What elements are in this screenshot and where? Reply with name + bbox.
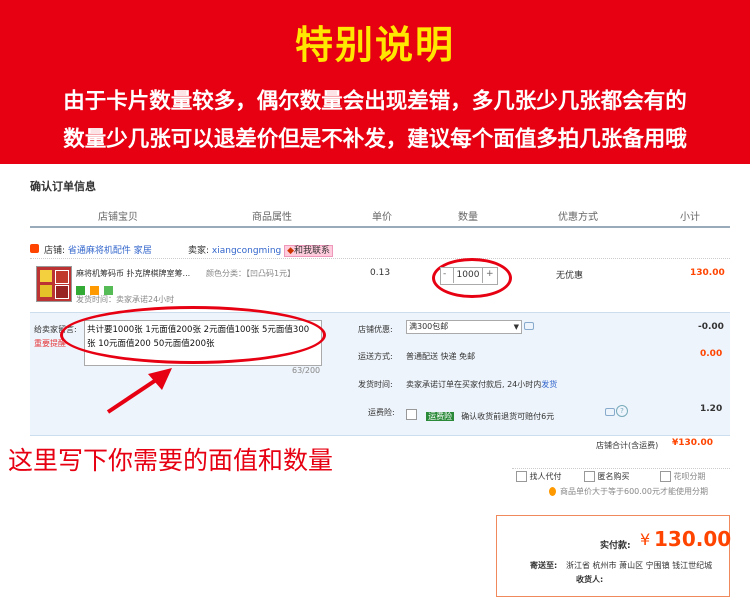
insurance-text: 确认收货前退货可赔付6元: [461, 412, 555, 421]
discount-chat-icon[interactable]: [524, 322, 534, 330]
annotation-text: 这里写下你需要的面值和数量: [8, 446, 334, 475]
header-shop-item: 店铺宝贝: [98, 212, 138, 223]
insurance-label: 运费险:: [368, 408, 395, 417]
notice-line-2: 数量少几张可以退差价但是不补发，建议每个面值多拍几张备用哦: [63, 127, 687, 152]
notice-line-1: 由于卡片数量较多，偶尔数量会出现差错，多几张少几张都会有的: [63, 89, 687, 114]
shop-discount-selected: 满300包邮: [409, 322, 449, 331]
message-highlight-oval: [60, 306, 326, 364]
anonymous-option: 匿名购买: [584, 471, 630, 482]
shop-discount-amount: -0.00: [698, 322, 724, 332]
header-subtotal: 小计: [680, 212, 700, 223]
header-discount: 优惠方式: [558, 212, 598, 223]
ship-to-address: 浙江省 杭州市 萧山区 宁围镇 钱江世纪城: [566, 561, 713, 570]
message-char-count: 63/200: [292, 366, 321, 375]
divider: [512, 468, 730, 469]
ship-time-text: 卖家承诺订单在买家付款后, 24小时内发货: [406, 380, 558, 389]
shop-total-value: ¥130.00: [672, 438, 713, 448]
insurance-badge: 运费险: [426, 412, 455, 421]
product-thumbnail[interactable]: [36, 266, 72, 302]
delivery-promise: 发货时间：卖家承诺24小时: [76, 295, 175, 304]
payment-amount: 130.00: [654, 527, 732, 551]
dropdown-arrow-icon: ▼: [513, 323, 519, 331]
ship-to-label: 寄送至:: [530, 561, 558, 570]
anonymous-checkbox[interactable]: [584, 471, 595, 482]
product-title-link[interactable]: 麻将机筹码币 扑克牌棋牌室筹...: [76, 268, 204, 279]
header-unit-price: 单价: [372, 212, 392, 223]
header-attributes: 商品属性: [252, 212, 292, 223]
shop-discount-label: 店铺优惠:: [358, 325, 393, 334]
insurance-option: 运费险 确认收货前退货可赔付6元: [406, 404, 554, 423]
payment-currency: ¥: [640, 530, 651, 549]
quantity-stepper: - 1000 +: [440, 267, 498, 285]
shop-icon: [30, 244, 39, 253]
huabei-note: 商品单价大于等于600.00元才能使用分期: [560, 487, 708, 496]
shop-discount-select[interactable]: 满300包邮 ▼: [406, 320, 522, 334]
product-attribute: 颜色分类：【凹凸码1元】: [206, 269, 296, 278]
insurance-amount: 1.20: [700, 404, 723, 414]
shop-total-label: 店铺合计(含运费): [596, 441, 659, 450]
proxy-pay-option: 找人代付: [516, 471, 562, 482]
quantity-decrease-button[interactable]: -: [443, 269, 446, 279]
unit-price: 0.13: [370, 268, 391, 278]
shipping-method: 普通配送 快递 免邮: [406, 352, 476, 361]
contact-seller-button[interactable]: ◆和我联系: [284, 245, 334, 257]
shop-name-link[interactable]: 省通麻将机配件 家居: [68, 246, 152, 256]
header-quantity: 数量: [458, 212, 478, 223]
bulb-icon: [549, 487, 556, 496]
huabei-option: 花呗分期: [660, 471, 706, 482]
seller-label: 卖家:: [188, 246, 210, 256]
shipping-amount: 0.00: [700, 349, 723, 359]
pointer-arrow: [106, 368, 172, 414]
payment-label: 实付款:: [600, 541, 631, 551]
chat-icon: ◆: [287, 246, 295, 256]
huabei-checkbox[interactable]: [660, 471, 671, 482]
notice-title: 特别说明: [294, 23, 455, 67]
recipient-label: 收货人:: [576, 575, 604, 584]
quantity-increase-button[interactable]: +: [486, 269, 494, 279]
shop-info: 店铺: 省通麻将机配件 家居: [44, 243, 152, 256]
shop-label: 店铺:: [44, 246, 66, 256]
divider: [30, 258, 730, 259]
seller-name-link[interactable]: xiangcongming: [212, 246, 281, 256]
table-header: 店铺宝贝 商品属性 单价 数量 优惠方式 小计: [30, 200, 730, 228]
help-icon[interactable]: ?: [616, 405, 628, 417]
quantity-input[interactable]: 1000: [453, 268, 483, 283]
insurance-chat-icon[interactable]: [605, 408, 615, 416]
seller-info: 卖家: xiangcongming ◆和我联系: [188, 243, 334, 257]
proxy-pay-checkbox[interactable]: [516, 471, 527, 482]
insurance-checkbox[interactable]: [406, 409, 417, 420]
item-subtotal: 130.00: [690, 268, 725, 278]
ship-time-link[interactable]: 发货: [541, 380, 557, 389]
discount-value: 无优惠: [556, 271, 584, 281]
shipping-label: 运送方式:: [358, 352, 393, 361]
order-section-title: 确认订单信息: [30, 180, 96, 193]
ship-time-label: 发货时间:: [358, 380, 393, 389]
